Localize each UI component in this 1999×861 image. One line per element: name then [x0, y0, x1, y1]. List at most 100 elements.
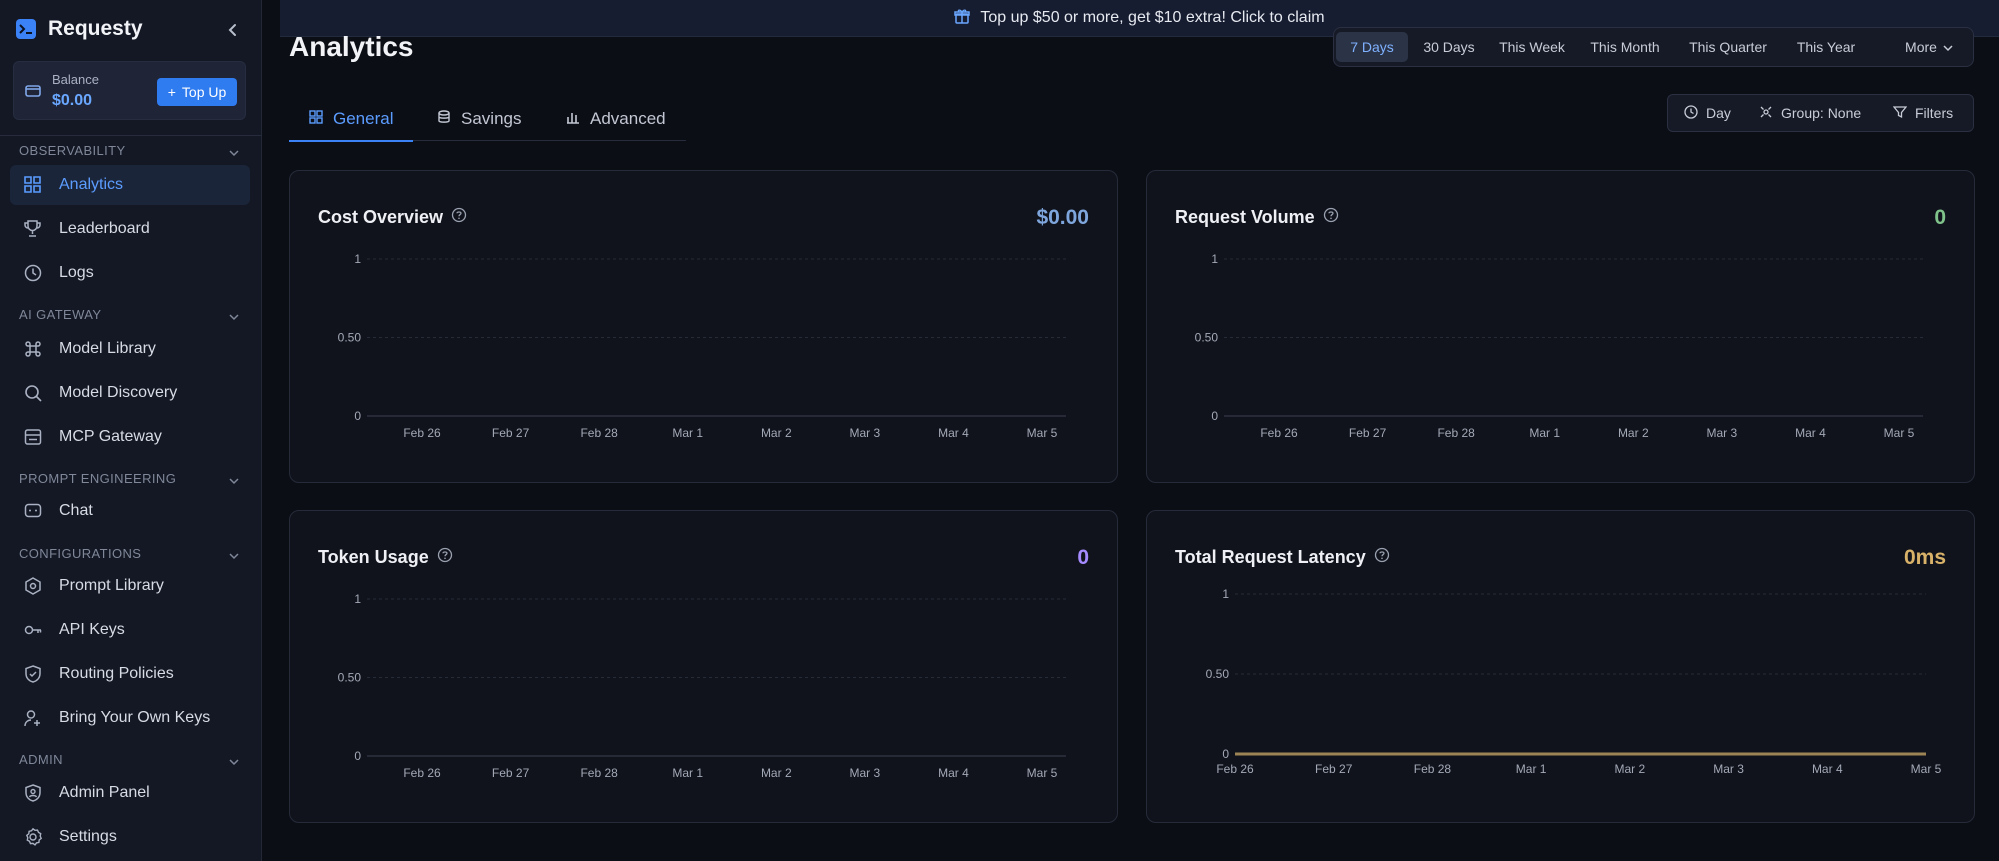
top-up-button[interactable]: + Top Up: [157, 78, 237, 106]
tab-general[interactable]: General: [288, 96, 415, 142]
sidebar-item-model-library[interactable]: Model Library: [10, 329, 250, 369]
request-volume-card: Request Volume 0 0 0.50 1 Feb 26 Feb 27 Feb 2…: [1146, 170, 1975, 483]
section-title[interactable]: ADMIN: [19, 752, 63, 767]
range-this-quarter[interactable]: This Quarter: [1678, 32, 1778, 62]
sidebar-item-label: Settings: [59, 828, 117, 845]
tab-advanced[interactable]: Advanced: [566, 96, 666, 141]
collapse-sidebar-chevron-left-icon[interactable]: [226, 20, 240, 40]
sidebar-item-mcp-gateway[interactable]: MCP Gateway: [10, 417, 250, 457]
token-usage-card: Token Usage 0 0 0.50 1 Feb 26 Feb 27 Feb 28 Ma…: [289, 510, 1118, 823]
x-tick-label: Feb 27: [492, 426, 530, 440]
section-title[interactable]: PROMPT ENGINEERING: [19, 471, 176, 486]
grid-icon: [309, 109, 323, 129]
balance-label: Balance: [52, 72, 99, 87]
y-tick-label: 0: [1211, 409, 1218, 423]
gift-icon: [954, 8, 971, 29]
section-title[interactable]: AI GATEWAY: [19, 307, 102, 322]
brand[interactable]: Requesty: [16, 17, 143, 41]
sidebar-item-routing-policies[interactable]: Routing Policies: [10, 654, 250, 694]
x-tick-label: Mar 2: [1618, 426, 1649, 440]
sidebar-item-leaderboard[interactable]: Leaderboard: [10, 209, 250, 249]
clock-icon: [1684, 104, 1698, 122]
x-tick-label: Mar 4: [1812, 762, 1843, 776]
sidebar-item-label: API Keys: [59, 621, 125, 638]
y-tick-label: 0: [354, 749, 361, 763]
balance-card: Balance $0.00 + Top Up: [13, 61, 246, 120]
sidebar-item-label: Admin Panel: [59, 784, 150, 801]
y-tick-label: 1: [1211, 252, 1218, 266]
request-volume-chart: 0 0.50 1 Feb 26 Feb 27 Feb 28 Mar 1 Mar 2 Mar 3 M…: [1195, 252, 1923, 440]
tab-savings[interactable]: Savings: [437, 96, 521, 141]
command-icon: [23, 339, 43, 359]
sidebar-item-logs[interactable]: Logs: [10, 253, 250, 293]
database-icon: [437, 109, 451, 129]
sidebar-item-api-keys[interactable]: API Keys: [10, 610, 250, 650]
section-title[interactable]: OBSERVABILITY: [19, 143, 126, 158]
filters-button[interactable]: Filters: [1892, 95, 1954, 131]
range-more-dropdown[interactable]: More: [1894, 32, 1964, 62]
x-tick-label: Mar 3: [850, 426, 881, 440]
y-tick-label: 1: [354, 252, 361, 266]
tab-general-label: General: [333, 108, 394, 128]
y-tick-label: 0.50: [338, 671, 362, 685]
latency-chart: 0 0.50 1 Feb 26 Feb 27 Feb 28 Mar 1 Mar 2 Mar 3 M…: [1206, 587, 1942, 776]
group-label: Group: None: [1781, 105, 1862, 121]
sidebar-item-label: Leaderboard: [59, 220, 150, 237]
top-up-label: Top Up: [181, 84, 227, 100]
x-tick-label: Mar 4: [938, 766, 969, 780]
x-tick-label: Feb 28: [1414, 762, 1452, 776]
sidebar-item-analytics[interactable]: Analytics: [10, 165, 250, 205]
group-icon: [1759, 105, 1773, 122]
chevron-down-icon[interactable]: [228, 309, 240, 327]
sidebar-item-admin-panel[interactable]: Admin Panel: [10, 773, 250, 813]
analytics-tabs: General Savings Advanced: [288, 96, 686, 142]
key-icon: [23, 620, 43, 640]
section-title[interactable]: CONFIGURATIONS: [19, 546, 141, 561]
range-this-week[interactable]: This Week: [1492, 32, 1572, 62]
sidebar-item-label: Logs: [59, 264, 94, 281]
sidebar-item-chat[interactable]: Chat: [10, 491, 250, 531]
sidebar-item-prompt-library[interactable]: Prompt Library: [10, 566, 250, 606]
group-by-button[interactable]: Group: None: [1759, 95, 1861, 131]
x-tick-label: Mar 1: [1529, 426, 1560, 440]
x-tick-label: Mar 3: [850, 766, 881, 780]
sidebar-item-settings[interactable]: Settings: [10, 817, 250, 857]
brand-name: Requesty: [48, 17, 143, 40]
sidebar-item-bring-your-own-keys[interactable]: Bring Your Own Keys: [10, 698, 250, 738]
x-tick-label: Mar 5: [1884, 426, 1915, 440]
chat-icon: [23, 501, 43, 521]
x-tick-label: Feb 26: [403, 426, 441, 440]
tab-advanced-label: Advanced: [590, 108, 666, 128]
x-tick-label: Mar 4: [1795, 426, 1826, 440]
x-tick-label: Feb 26: [1216, 762, 1254, 776]
range-30-days[interactable]: 30 Days: [1414, 32, 1484, 62]
interval-button[interactable]: Day: [1684, 95, 1731, 131]
x-tick-label: Feb 27: [1349, 426, 1387, 440]
range-7-days[interactable]: 7 Days: [1336, 32, 1408, 62]
filter-icon: [1892, 105, 1908, 122]
server-icon: [23, 427, 43, 447]
chevron-down-icon[interactable]: [228, 754, 240, 772]
cost-chart: 0 0.50 1 Feb 26 Feb 27 Feb 28 Mar 1 Mar 2 Mar 3 M…: [338, 252, 1066, 440]
shield-icon: [23, 664, 43, 684]
x-tick-label: Mar 2: [761, 766, 792, 780]
x-tick-label: Mar 2: [1615, 762, 1646, 776]
x-tick-label: Feb 28: [1437, 426, 1475, 440]
range-this-year[interactable]: This Year: [1786, 32, 1866, 62]
y-tick-label: 0.50: [1195, 331, 1219, 345]
x-tick-label: Mar 4: [938, 426, 969, 440]
page-title: Analytics: [289, 31, 414, 62]
x-tick-label: Mar 1: [1516, 762, 1547, 776]
range-this-month[interactable]: This Month: [1580, 32, 1670, 62]
filters-label: Filters: [1915, 105, 1954, 121]
x-tick-label: Feb 26: [1260, 426, 1298, 440]
chevron-down-icon[interactable]: [228, 473, 240, 491]
chevron-down-icon[interactable]: [228, 548, 240, 566]
grid-icon: [23, 175, 43, 195]
sidebar-item-label: Model Library: [59, 340, 156, 357]
x-tick-label: Mar 5: [1911, 762, 1942, 776]
sidebar-item-model-discovery[interactable]: Model Discovery: [10, 373, 250, 413]
y-tick-label: 0: [354, 409, 361, 423]
y-tick-label: 1: [1222, 587, 1229, 601]
chevron-down-icon[interactable]: [228, 145, 240, 163]
